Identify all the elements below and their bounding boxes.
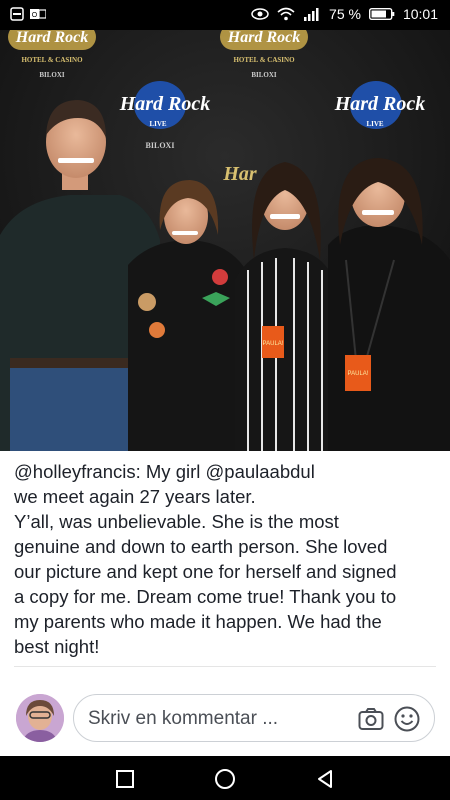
eye-icon [251,8,269,20]
comment-input[interactable]: Skriv en kommentar ... [73,694,435,742]
battery-percent: 75 % [329,6,361,22]
svg-text:PAULA!: PAULA! [348,371,369,377]
clock: 10:01 [402,6,438,22]
svg-text:LIVE: LIVE [366,120,383,128]
svg-text:Hard Rock: Hard Rock [119,93,211,115]
caption-text: : My girl @paulaabdul we meet again 27 y… [14,461,397,657]
photo-illustration: Hard Rock HOTEL & CASINO BILOXI Hard Roc… [0,30,450,451]
svg-text:Har: Har [222,163,257,185]
backdrop-logo-5: Har [222,163,257,185]
avatar-image [16,694,64,742]
post-photo[interactable]: Hard Rock HOTEL & CASINO BILOXI Hard Roc… [0,30,450,451]
emoji-icon[interactable] [394,706,420,732]
avatar[interactable] [16,694,64,742]
comment-bar: Skriv en kommentar ... [0,680,450,756]
svg-text:Hard Rock: Hard Rock [227,30,300,46]
home-icon[interactable] [213,767,237,791]
comment-placeholder: Skriv en kommentar ... [88,708,279,729]
svg-text:Hard Rock: Hard Rock [15,30,88,46]
svg-text:BILOXI: BILOXI [251,71,277,79]
svg-text:O: O [32,12,38,19]
status-bar: O 75 % 10:01 [0,0,450,30]
status-left: O [10,7,46,21]
svg-text:PAULA!: PAULA! [263,341,284,347]
wifi-icon [277,7,295,21]
recent-apps-icon[interactable] [113,767,137,791]
status-right: 75 % 10:01 [251,6,438,22]
outlook-icon: O [30,9,46,19]
android-nav-bar [0,756,450,800]
camera-icon[interactable] [358,707,384,731]
back-icon[interactable] [313,767,337,791]
svg-text:LIVE: LIVE [149,120,166,128]
svg-text:BILOXI: BILOXI [146,141,175,150]
divider [14,666,436,667]
author-mention[interactable]: @holleyfrancis [14,461,136,482]
svg-text:HOTEL & CASINO: HOTEL & CASINO [21,56,83,64]
battery-icon [368,8,395,20]
svg-text:HOTEL & CASINO: HOTEL & CASINO [233,56,295,64]
notification-icon [10,7,24,21]
svg-text:Hard Rock: Hard Rock [334,93,426,115]
post-caption: @holleyfrancis: My girl @paulaabdul we m… [14,459,440,659]
svg-text:BILOXI: BILOXI [39,71,65,79]
signal-icon [304,8,319,21]
